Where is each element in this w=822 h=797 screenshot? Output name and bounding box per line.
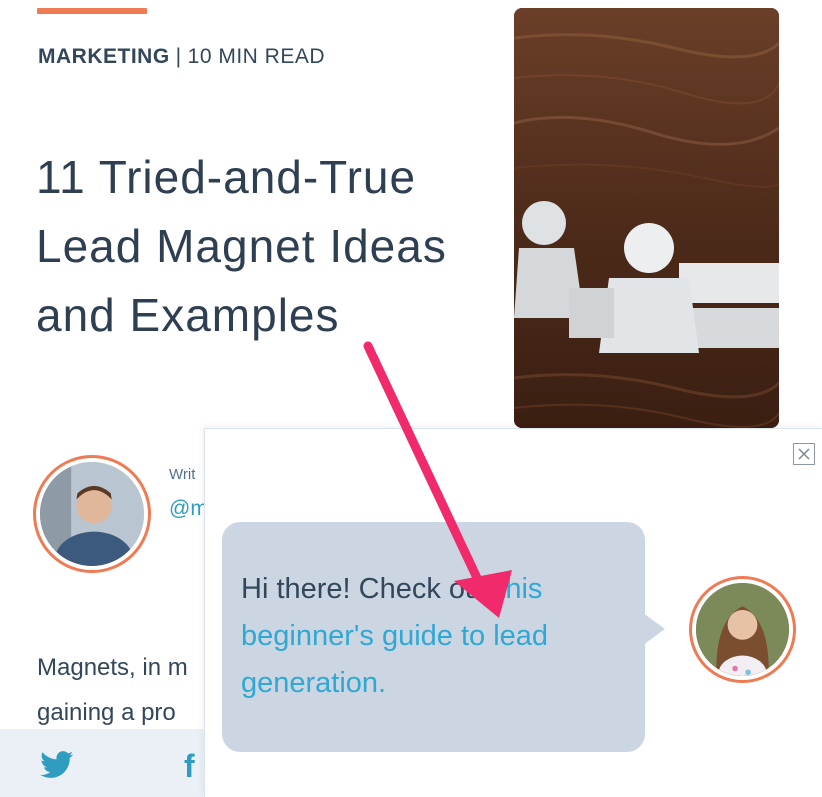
- facebook-icon[interactable]: f: [184, 748, 195, 785]
- article-meta: MARKETING | 10 MIN READ: [38, 45, 325, 69]
- twitter-icon[interactable]: [40, 751, 74, 779]
- hero-image: [514, 8, 779, 428]
- accent-bar: [37, 8, 147, 14]
- chat-message: Hi there! Check out this beginner's guid…: [241, 566, 636, 707]
- author-written-label: Writ: [169, 466, 196, 483]
- author-handle-link[interactable]: @m: [169, 497, 208, 521]
- close-button[interactable]: [793, 443, 815, 465]
- read-time: 10 MIN READ: [187, 45, 326, 68]
- chat-message-text: Hi there! Check out: [241, 573, 498, 605]
- chat-bubble-tail: [643, 613, 665, 645]
- chat-agent-avatar: [689, 576, 796, 683]
- close-icon: [798, 448, 810, 460]
- category-link[interactable]: MARKETING: [38, 45, 170, 68]
- post-title: 11 Tried-and-True Lead Magnet Ideas and …: [36, 151, 447, 341]
- author-avatar[interactable]: [33, 455, 151, 573]
- meta-separator: |: [175, 45, 182, 68]
